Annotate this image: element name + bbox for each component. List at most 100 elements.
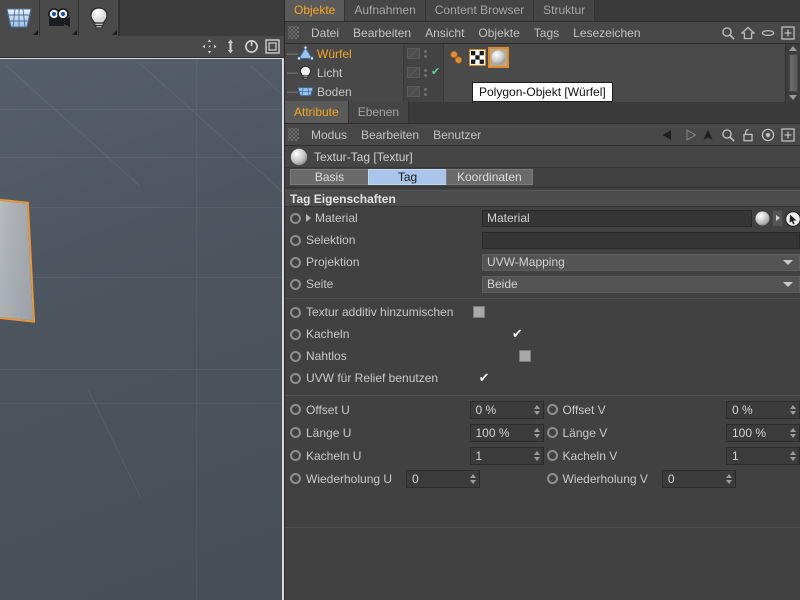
- kacheln-u-input[interactable]: 1: [469, 446, 544, 465]
- spinner-icon[interactable]: [533, 450, 540, 461]
- uvw-relief-checkbox[interactable]: ✔: [478, 371, 490, 384]
- tab-objekte[interactable]: Objekte: [285, 0, 346, 21]
- subtab-basis[interactable]: Basis: [290, 169, 368, 185]
- animate-dot-icon[interactable]: [290, 212, 301, 224]
- cube-selection[interactable]: [0, 195, 36, 323]
- spinner-icon[interactable]: [533, 404, 540, 415]
- render-toggle-icon[interactable]: [407, 86, 420, 97]
- scale-icon[interactable]: [223, 39, 238, 54]
- selektion-input[interactable]: [482, 231, 800, 249]
- animate-dot-icon[interactable]: [290, 404, 301, 415]
- animate-dot-icon[interactable]: [290, 450, 301, 461]
- render-toggle-icon[interactable]: [407, 48, 420, 59]
- phong-tag-icon[interactable]: [448, 49, 465, 66]
- animate-dot-icon[interactable]: [546, 450, 558, 461]
- back-arrow-icon[interactable]: [661, 128, 675, 142]
- object-manager-scrollbar[interactable]: [785, 44, 800, 102]
- menu-bearbeiten[interactable]: Bearbeiten: [346, 22, 418, 44]
- animate-dot-icon[interactable]: [290, 234, 301, 246]
- animate-dot-icon[interactable]: [290, 473, 301, 484]
- material-preview-icon[interactable]: [755, 211, 770, 226]
- animate-dot-icon[interactable]: [290, 372, 301, 384]
- kacheln-v-input[interactable]: 1: [726, 446, 800, 465]
- offset-v-input[interactable]: 0 %: [726, 400, 800, 419]
- tab-struktur[interactable]: Struktur: [534, 0, 596, 21]
- menu-objekte[interactable]: Objekte: [471, 22, 526, 44]
- wiederholung-v-input[interactable]: 0: [661, 469, 736, 488]
- eye-icon[interactable]: [761, 26, 775, 40]
- laenge-v-input[interactable]: 100 %: [726, 423, 800, 442]
- viewport-3d[interactable]: [0, 58, 284, 600]
- forward-arrow-icon[interactable]: [681, 128, 697, 142]
- home-icon[interactable]: [740, 26, 756, 40]
- up-arrow-icon[interactable]: [701, 128, 715, 142]
- move-icon[interactable]: [202, 39, 217, 54]
- spinner-icon[interactable]: [790, 427, 796, 438]
- rotate-icon[interactable]: [244, 39, 259, 54]
- scroll-up-icon[interactable]: [789, 46, 797, 51]
- spinner-icon[interactable]: [790, 404, 796, 415]
- animate-dot-icon[interactable]: [290, 350, 301, 362]
- animate-dot-icon[interactable]: [546, 404, 558, 415]
- subtab-tag[interactable]: Tag: [368, 169, 446, 185]
- laenge-u-input[interactable]: 100 %: [469, 423, 544, 442]
- animate-dot-icon[interactable]: [290, 256, 301, 268]
- camera-icon[interactable]: [39, 0, 80, 36]
- menu-tags[interactable]: Tags: [527, 22, 566, 44]
- animate-dot-icon[interactable]: [290, 278, 301, 290]
- object-row-licht[interactable]: — Licht: [285, 63, 403, 82]
- object-row-boden[interactable]: — Boden: [285, 82, 403, 101]
- scroll-down-icon[interactable]: [789, 95, 797, 100]
- scrollbar-thumb[interactable]: [788, 54, 798, 92]
- animate-dot-icon[interactable]: [290, 427, 301, 438]
- search-icon[interactable]: [721, 128, 735, 142]
- expander-icon[interactable]: [306, 214, 312, 222]
- object-row-wuerfel[interactable]: — Würfel: [285, 44, 403, 63]
- pick-material-cursor-icon[interactable]: [785, 210, 800, 227]
- tab-attribute[interactable]: Attribute: [285, 101, 349, 123]
- tab-content-browser[interactable]: Content Browser: [425, 0, 535, 21]
- menu-ansicht[interactable]: Ansicht: [418, 22, 471, 44]
- visibility-row[interactable]: [404, 44, 443, 63]
- spinner-icon[interactable]: [470, 473, 477, 484]
- menu-bearbeiten[interactable]: Bearbeiten: [354, 124, 426, 146]
- menu-lesezeichen[interactable]: Lesezeichen: [566, 22, 647, 44]
- material-dropdown-arrow-icon[interactable]: [772, 209, 783, 227]
- visibility-row[interactable]: ✔: [404, 63, 443, 82]
- animate-dot-icon[interactable]: [290, 328, 301, 340]
- add-box-icon[interactable]: [781, 25, 795, 40]
- floor-grid-icon[interactable]: [0, 0, 40, 36]
- kacheln-checkbox[interactable]: ✔: [511, 327, 523, 340]
- offset-u-input[interactable]: 0 %: [469, 400, 544, 419]
- material-link-field[interactable]: Material: [482, 209, 752, 227]
- animate-dot-icon[interactable]: [546, 473, 558, 484]
- menu-modus[interactable]: Modus: [304, 124, 354, 146]
- add-box-icon[interactable]: [781, 127, 795, 142]
- render-toggle-icon[interactable]: [407, 67, 420, 78]
- drag-grip-icon[interactable]: [288, 128, 299, 141]
- seite-dropdown[interactable]: Beide: [482, 275, 800, 293]
- menu-datei[interactable]: Datei: [304, 22, 346, 44]
- projektion-dropdown[interactable]: UVW-Mapping: [482, 253, 800, 271]
- nahtlos-checkbox[interactable]: [518, 350, 531, 362]
- spinner-icon[interactable]: [790, 450, 796, 461]
- animate-dot-icon[interactable]: [546, 427, 558, 438]
- visibility-dots-icon[interactable]: [424, 87, 427, 96]
- visibility-dots-icon[interactable]: [424, 68, 427, 77]
- texture-tag-icon[interactable]: [488, 46, 509, 68]
- spinner-icon[interactable]: [533, 427, 540, 438]
- lock-icon[interactable]: [741, 128, 755, 142]
- viewport-maximize-icon[interactable]: [265, 39, 280, 54]
- visibility-dots-icon[interactable]: [424, 49, 427, 58]
- wiederholung-u-input[interactable]: 0: [406, 469, 481, 488]
- textur-additiv-checkbox[interactable]: [473, 306, 486, 318]
- target-icon[interactable]: [761, 128, 775, 142]
- spinner-icon[interactable]: [725, 473, 732, 484]
- uv-checker-tag-icon[interactable]: [468, 48, 487, 66]
- light-bulb-icon[interactable]: [79, 0, 120, 36]
- drag-grip-icon[interactable]: [288, 26, 299, 39]
- search-icon[interactable]: [721, 26, 735, 40]
- visibility-row[interactable]: [404, 82, 443, 101]
- menu-benutzer[interactable]: Benutzer: [426, 124, 488, 146]
- animate-dot-icon[interactable]: [290, 306, 301, 318]
